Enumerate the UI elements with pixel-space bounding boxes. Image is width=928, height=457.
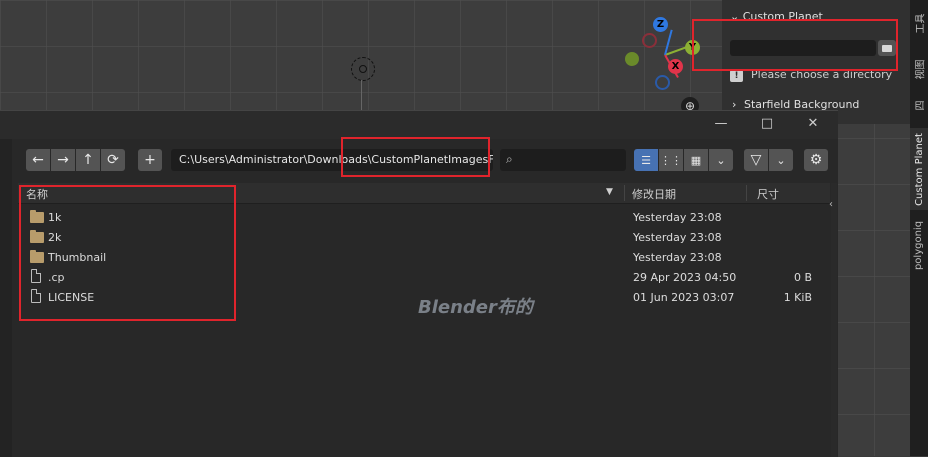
sidebar-panel: ⌄ Custom Planet ! Please choose a directo… <box>722 0 910 124</box>
folder-icon <box>30 210 44 223</box>
panel-header-custom-planet[interactable]: ⌄ Custom Planet <box>730 10 823 23</box>
column-modified-header[interactable]: 修改日期 <box>632 186 676 202</box>
filter-toggle-button[interactable]: ▽ <box>744 149 768 171</box>
chevron-left-icon[interactable]: ‹ <box>829 199 833 210</box>
info-icon: ! <box>730 70 743 82</box>
watermark: Blender布的 <box>418 297 533 318</box>
close-button[interactable]: ✕ <box>804 116 822 132</box>
tab-four[interactable]: 四 <box>910 92 928 118</box>
back-button[interactable]: ← <box>26 149 50 171</box>
chevron-down-icon: ⌄ <box>730 10 743 23</box>
left-sidebar-strip <box>0 139 12 457</box>
column-size-header[interactable]: 尺寸 <box>757 186 779 202</box>
chevron-down-icon: ⌄ <box>776 154 786 167</box>
file-list[interactable]: 名称 ▼ 修改日期 尺寸 1k Yesterday 23:08 2k Yeste… <box>18 183 830 457</box>
gizmo-y-axis[interactable]: Y <box>685 40 700 55</box>
column-divider <box>746 185 747 201</box>
tab-tool[interactable]: 工具 <box>910 6 928 40</box>
gizmo-x-axis[interactable]: X <box>668 59 683 74</box>
list-item[interactable]: Thumbnail Yesterday 23:08 <box>18 247 830 267</box>
gizmo-neg-y-axis[interactable] <box>625 52 639 66</box>
column-header: 名称 ▼ 修改日期 尺寸 <box>18 183 830 204</box>
list-item[interactable]: 2k Yesterday 23:08 <box>18 227 830 247</box>
vertical-list-view-button[interactable]: ☰ <box>634 149 658 171</box>
directory-path-field[interactable] <box>730 40 876 56</box>
viewport-object-line <box>361 80 362 112</box>
file-browser-toolbar: ← → ↑ ⟳ + C:\Users\Administrator\Downloa… <box>18 139 838 181</box>
grid-view-icon: ▦ <box>690 154 702 167</box>
list-view-icon: ☰ <box>641 154 651 167</box>
display-options-dropdown[interactable]: ⌄ <box>709 149 733 171</box>
gizmo-neg-x-axis[interactable] <box>642 33 657 48</box>
columns-view-icon: ⋮⋮ <box>660 154 682 167</box>
column-divider <box>624 185 625 201</box>
gear-icon: ⚙ <box>809 152 823 168</box>
folder-browse-button[interactable] <box>878 40 896 56</box>
file-list-scrollbar[interactable] <box>831 183 837 457</box>
chevron-down-icon: ⌄ <box>716 154 726 167</box>
horizontal-list-view-button[interactable]: ⋮⋮ <box>659 149 683 171</box>
3d-cursor-icon <box>351 57 375 81</box>
sidebar-tabs: 工具 视图 四 Custom Planet polygoniq <box>910 0 928 456</box>
new-folder-button[interactable]: + <box>138 149 162 171</box>
filter-icon: ▽ <box>750 152 762 168</box>
search-icon: ⌕ <box>506 152 513 166</box>
navigation-gizmo[interactable]: Z Y X <box>620 14 710 94</box>
gizmo-neg-z-axis[interactable] <box>655 75 670 90</box>
sort-down-icon[interactable]: ▼ <box>606 187 613 197</box>
folder-icon <box>30 250 44 263</box>
list-item[interactable]: 1k Yesterday 23:08 <box>18 207 830 227</box>
tab-custom-planet[interactable]: Custom Planet <box>910 128 928 210</box>
thumbnail-view-button[interactable]: ▦ <box>684 149 708 171</box>
gizmo-z-axis[interactable]: Z <box>653 17 668 32</box>
file-icon <box>31 269 41 283</box>
folder-plus-icon: + <box>144 152 156 168</box>
folder-icon <box>30 230 44 243</box>
filter-options-dropdown[interactable]: ⌄ <box>769 149 793 171</box>
minimize-button[interactable]: — <box>712 116 730 132</box>
directory-path-input[interactable]: C:\Users\Administrator\Downloads\CustomP… <box>171 149 493 171</box>
forward-button[interactable]: → <box>51 149 75 171</box>
window-titlebar[interactable]: — □ ✕ <box>0 111 838 139</box>
file-icon <box>31 289 41 303</box>
settings-button[interactable]: ⚙ <box>804 149 828 171</box>
directory-warning: ! Please choose a directory <box>730 68 892 82</box>
tab-polygoniq[interactable]: polygoniq <box>910 214 928 276</box>
file-browser-window: — □ ✕ ← → ↑ ⟳ + C:\Users\Administrator\D… <box>0 110 838 457</box>
column-name-header[interactable]: 名称 <box>26 186 48 202</box>
list-item[interactable]: .cp 29 Apr 2023 04:50 0 B <box>18 267 830 287</box>
parent-directory-button[interactable]: ↑ <box>76 149 100 171</box>
search-input[interactable]: ⌕ <box>500 149 626 171</box>
maximize-button[interactable]: □ <box>758 116 776 132</box>
refresh-button[interactable]: ⟳ <box>101 149 125 171</box>
tab-view[interactable]: 视图 <box>910 52 928 86</box>
